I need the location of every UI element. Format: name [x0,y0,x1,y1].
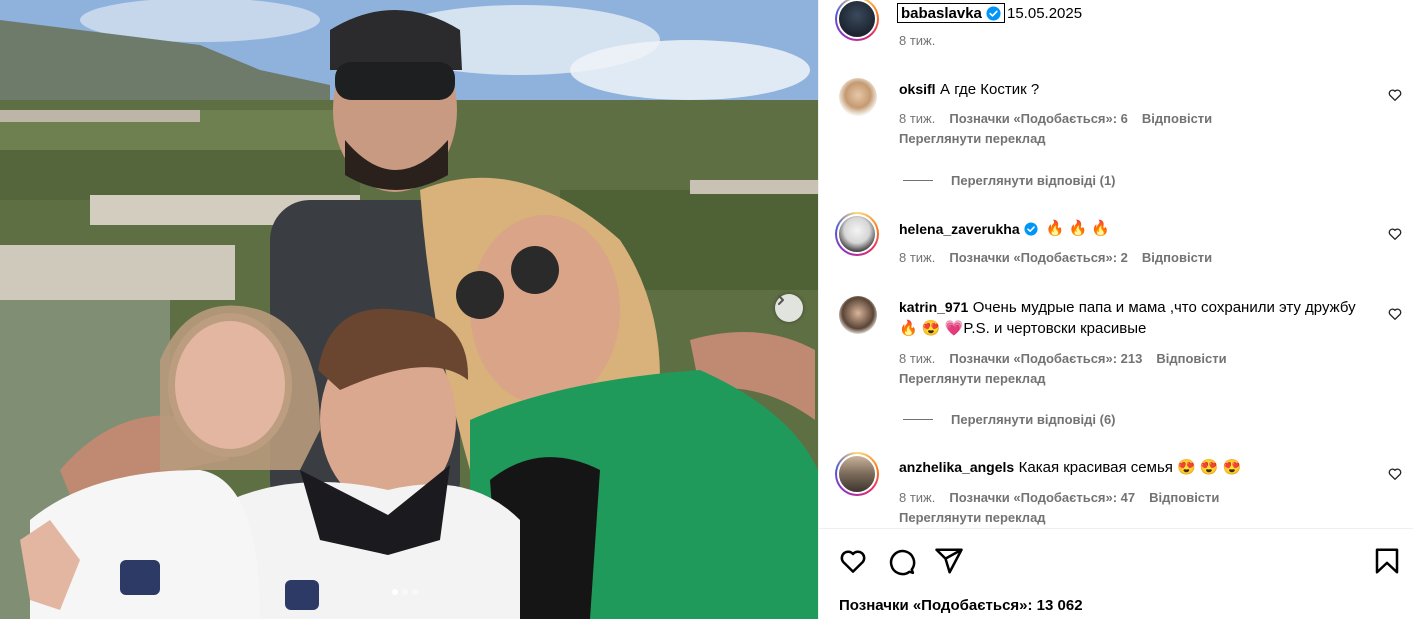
comment-like-icon[interactable] [1387,466,1403,482]
see-translation-link[interactable]: Переглянути переклад [899,371,1046,386]
chevron-right-icon [778,295,784,305]
author-username: babaslavka [901,4,982,22]
bookmark-icon[interactable] [1372,546,1402,576]
photo-illustration [0,0,818,619]
comment-body: anzhelika_angels Какая красивая семья 😍 … [899,457,1369,478]
comment-text: 🔥 🔥 🔥 [1045,220,1110,237]
replies-divider [903,180,933,181]
carousel-next-button[interactable] [775,294,803,322]
replies-divider [903,419,933,420]
comment-username[interactable]: oksifl [899,81,936,97]
post-date: 15.05.2025 [1007,5,1083,22]
comment-like-icon[interactable] [1387,87,1403,103]
share-icon[interactable] [934,546,964,576]
reply-button[interactable]: Відповісти [1149,490,1219,505]
comment-meta: 8 тиж. Позначки «Подобається»: 6 Відпові… [899,111,1212,126]
view-replies-button[interactable]: Переглянути відповіді (6) [903,412,1116,427]
commenter-avatar[interactable] [839,296,877,334]
comment-age: 8 тиж. [899,111,936,126]
reply-button[interactable]: Відповісти [1142,250,1212,265]
comment-like-icon[interactable] [1387,306,1403,322]
comment-likes[interactable]: Позначки «Подобається»: 2 [949,250,1128,265]
comment-username[interactable]: anzhelika_angels [899,459,1014,475]
carousel-dot [412,589,418,595]
verified-icon [986,5,1001,21]
view-replies-label: Переглянути відповіді (6) [951,412,1116,427]
commenter-avatar[interactable] [835,212,879,256]
comment-text: Какая красивая семья 😍 😍 😍 [1018,459,1242,476]
comment-meta: 8 тиж. Позначки «Подобається»: 2 Відпові… [899,250,1212,265]
comment-meta: 8 тиж. Позначки «Подобається»: 47 Відпов… [899,490,1219,505]
comment-age: 8 тиж. [899,351,936,366]
comment-likes[interactable]: Позначки «Подобається»: 213 [949,351,1142,366]
carousel-dot-active [392,589,398,595]
comment-body: oksifl А где Костик ? [899,79,1369,100]
author-avatar[interactable] [835,0,879,41]
comment-username[interactable]: katrin_971 [899,299,968,315]
post-age: 8 тиж. [899,33,936,48]
carousel-dot [402,589,408,595]
reply-button[interactable]: Відповісти [1156,351,1226,366]
comment-age: 8 тиж. [899,490,936,505]
comments-panel: babaslavka 15.05.2025 8 тиж. oksifl А гд… [818,0,1413,619]
comment-body: katrin_971 Очень мудрые папа и мама ,что… [899,297,1369,339]
see-translation-link[interactable]: Переглянути переклад [899,510,1046,525]
post-likes-count[interactable]: Позначки «Подобається»: 13 062 [839,597,1083,614]
author-name-link[interactable]: babaslavka [897,3,1005,23]
post-photo[interactable] [0,0,818,619]
reply-button[interactable]: Відповісти [1142,111,1212,126]
action-bar-divider [819,528,1413,529]
comment-text: А где Костик ? [940,81,1040,98]
comment-likes[interactable]: Позначки «Подобається»: 47 [949,490,1135,505]
comment-meta: 8 тиж. Позначки «Подобається»: 213 Відпо… [899,351,1227,366]
comment-like-icon[interactable] [1387,226,1403,242]
comment-text: Очень мудрые папа и мама ,что сохранили … [899,299,1356,337]
comment-likes[interactable]: Позначки «Подобається»: 6 [949,111,1128,126]
verified-icon [1024,221,1038,236]
comment-username[interactable]: helena_zaverukha [899,221,1020,237]
view-replies-label: Переглянути відповіді (1) [951,173,1116,188]
view-replies-button[interactable]: Переглянути відповіді (1) [903,173,1116,188]
comment-body: helena_zaverukha 🔥 🔥 🔥 [899,218,1369,239]
heart-icon[interactable] [838,546,868,576]
comment-icon[interactable] [886,546,916,576]
see-translation-link[interactable]: Переглянути переклад [899,131,1046,146]
commenter-avatar[interactable] [839,78,877,116]
commenter-avatar[interactable] [835,452,879,496]
carousel-dots [392,589,418,595]
comment-age: 8 тиж. [899,250,936,265]
